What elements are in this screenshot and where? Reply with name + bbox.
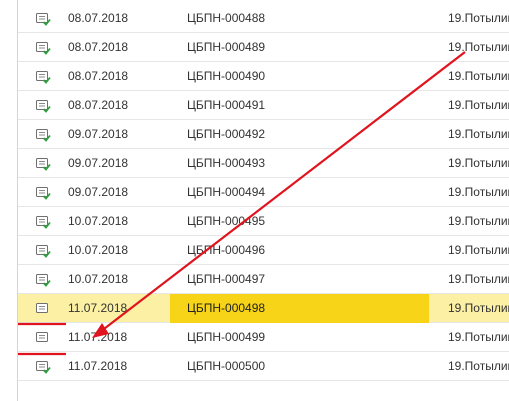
document-date: 08.07.2018	[68, 69, 129, 83]
document-posted-icon	[35, 186, 51, 200]
document-posted-icon	[35, 273, 51, 287]
document-unposted-icon	[35, 331, 51, 345]
document-organization: 19.Потылиц	[448, 330, 509, 344]
document-number: ЦБПН-000496	[187, 243, 266, 257]
table-row[interactable]: 09.07.2018 ЦБПН-000492 19.Потылиц	[18, 120, 509, 149]
document-number: ЦБПН-000488	[187, 11, 266, 25]
table-row[interactable]: 09.07.2018 ЦБПН-000493 19.Потылиц	[18, 149, 509, 178]
document-number: ЦБПН-000492	[187, 127, 266, 141]
document-organization: 19.Потылиц	[448, 98, 509, 112]
document-date: 10.07.2018	[68, 272, 129, 286]
document-organization: 19.Потылиц	[448, 127, 509, 141]
document-organization: 19.Потылиц	[448, 272, 509, 286]
documents-list: 08.07.2018 ЦБПН-000488 19.Потылиц 08.07.201…	[17, 0, 509, 401]
table-row[interactable]: 08.07.2018 ЦБПН-000491 19.Потылиц	[18, 91, 509, 120]
document-number: ЦБПН-000491	[187, 98, 266, 112]
document-number: ЦБПН-000493	[187, 156, 266, 170]
document-number: ЦБПН-000498	[170, 294, 429, 323]
table-row[interactable]: 10.07.2018 ЦБПН-000496 19.Потылиц	[18, 236, 509, 265]
table-row[interactable]: 09.07.2018 ЦБПН-000494 19.Потылиц	[18, 178, 509, 207]
document-number: ЦБПН-000499	[187, 330, 266, 344]
document-date: 09.07.2018	[68, 127, 129, 141]
table-row[interactable]: 10.07.2018 ЦБПН-000495 19.Потылиц	[18, 207, 509, 236]
document-posted-icon	[35, 215, 51, 229]
document-posted-icon	[35, 99, 51, 113]
document-organization: 19.Потылиц	[448, 156, 509, 170]
document-number: ЦБПН-000497	[187, 272, 266, 286]
document-posted-icon	[35, 157, 51, 171]
document-date: 11.07.2018	[68, 359, 128, 373]
table-row[interactable]: 11.07.2018 ЦБПН-000500 19.Потылиц	[18, 352, 509, 381]
table-row[interactable]: 08.07.2018 ЦБПН-000489 19.Потылиц	[18, 33, 509, 62]
document-posted-icon	[35, 128, 51, 142]
document-organization: 19.Потылиц	[448, 359, 509, 373]
document-number: ЦБПН-000494	[187, 185, 266, 199]
document-number: ЦБПН-000490	[187, 69, 266, 83]
document-organization: 19.Потылиц	[448, 69, 509, 83]
document-posted-icon	[35, 41, 51, 55]
table-row[interactable]: 08.07.2018 ЦБПН-000490 19.Потылиц	[18, 62, 509, 91]
table-row[interactable]: 08.07.2018 ЦБПН-000488 19.Потылиц	[18, 4, 509, 33]
document-organization: 19.Потылиц	[448, 11, 509, 25]
document-date: 11.07.2018	[68, 330, 128, 344]
document-unposted-icon	[35, 302, 51, 316]
document-posted-icon	[35, 244, 51, 258]
document-date: 10.07.2018	[68, 243, 129, 257]
document-date: 08.07.2018	[68, 98, 129, 112]
document-number: ЦБПН-000489	[187, 40, 266, 54]
document-date: 08.07.2018	[68, 40, 129, 54]
document-posted-icon	[35, 360, 51, 374]
document-organization: 19.Потылиц	[448, 40, 509, 54]
document-number: ЦБПН-000500	[187, 359, 266, 373]
document-date: 10.07.2018	[68, 214, 129, 228]
table-row[interactable]: 11.07.2018 ЦБПН-000499 19.Потылиц	[18, 323, 509, 352]
document-number: ЦБПН-000495	[187, 214, 266, 228]
document-date: 09.07.2018	[68, 156, 129, 170]
table-row[interactable]: 11.07.2018 ЦБПН-000498 19.Потылиц	[18, 294, 509, 323]
document-organization: 19.Потылиц	[448, 185, 509, 199]
document-posted-icon	[35, 70, 51, 84]
document-date: 11.07.2018	[68, 301, 128, 315]
document-organization: 19.Потылиц	[448, 214, 509, 228]
document-organization: 19.Потылиц	[448, 301, 509, 315]
document-organization: 19.Потылиц	[448, 243, 509, 257]
document-posted-icon	[35, 12, 51, 26]
document-date: 08.07.2018	[68, 11, 129, 25]
document-date: 09.07.2018	[68, 185, 129, 199]
table-row[interactable]: 10.07.2018 ЦБПН-000497 19.Потылиц	[18, 265, 509, 294]
